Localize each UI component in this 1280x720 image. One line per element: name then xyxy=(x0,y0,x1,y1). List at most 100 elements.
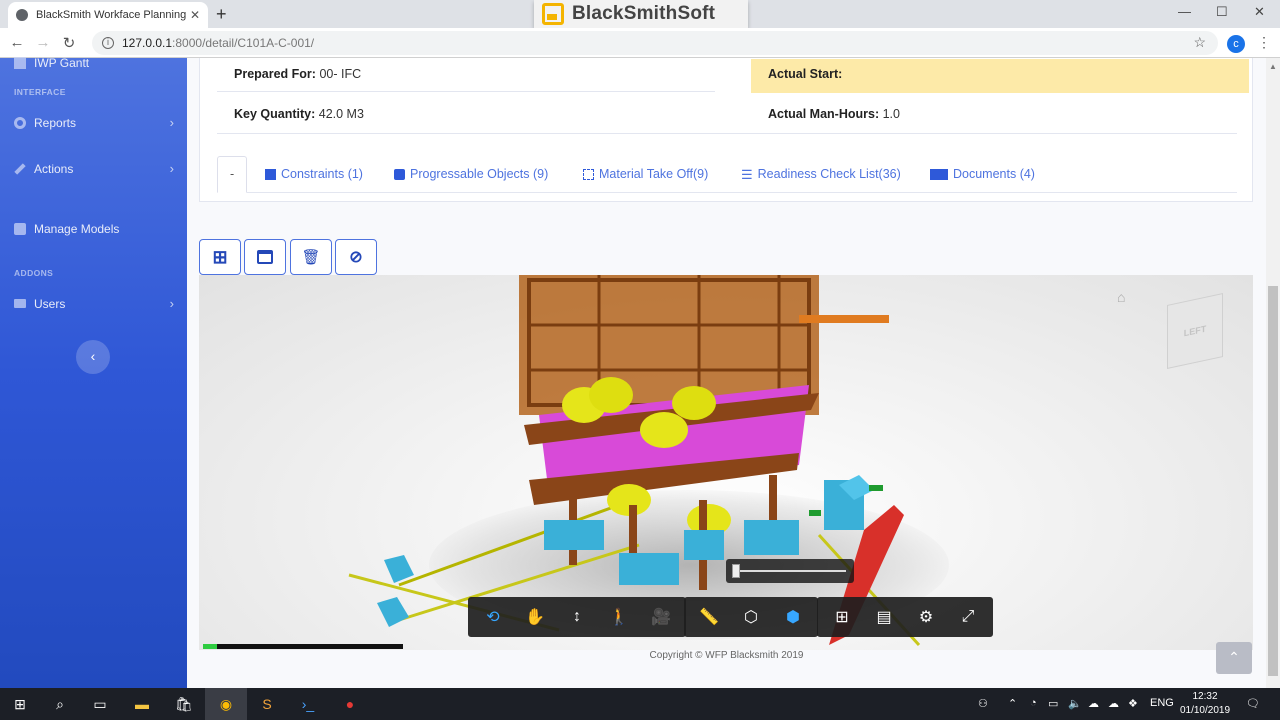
plant-3d-model[interactable] xyxy=(199,275,1253,650)
brand-logo-icon xyxy=(542,3,564,25)
folder-icon xyxy=(14,299,26,308)
search-icon[interactable]: ⌕ xyxy=(50,694,70,714)
fullscreen-icon[interactable]: ⤢ xyxy=(947,600,989,634)
back-arrow-icon[interactable]: ← xyxy=(4,34,30,51)
close-window-button[interactable]: ✕ xyxy=(1254,4,1265,20)
tab-close-icon[interactable]: ✕ xyxy=(190,8,200,22)
explode-slider[interactable] xyxy=(726,559,854,583)
sidebar-item-users[interactable]: Users › xyxy=(14,296,174,311)
record-icon[interactable]: ● xyxy=(340,694,360,714)
scroll-up-arrow-icon[interactable]: ▲ xyxy=(1266,62,1280,71)
home-icon[interactable]: ⌂ xyxy=(1117,289,1125,305)
pan-hand-icon[interactable]: ✋ xyxy=(514,600,556,634)
viewer-nav-toolbar: ⟲ ✋ ↕ 🚶 🎥 xyxy=(468,597,686,637)
zoom-vertical-icon[interactable]: ↕ xyxy=(556,600,598,634)
maximize-button[interactable]: ☐ xyxy=(1216,4,1228,20)
list-icon: ☰ xyxy=(741,167,753,182)
windows-start-icon[interactable]: ⊞ xyxy=(10,694,30,714)
battery-icon[interactable]: ▭ xyxy=(1048,697,1058,710)
actual-manhours-label: Actual Man-Hours: xyxy=(768,107,880,121)
scrollbar-thumb[interactable] xyxy=(1268,286,1278,676)
tab-documents[interactable]: Documents (4) xyxy=(930,156,1035,193)
slider-track xyxy=(734,570,846,572)
key-quantity-label: Key Quantity: xyxy=(234,107,316,121)
powershell-icon[interactable]: ›_ xyxy=(298,694,318,714)
info-icon[interactable]: i xyxy=(102,37,114,49)
browser-toolbar: ← → ↻ i 127.0.0.1 :8000/detail/C101A-C-0… xyxy=(0,28,1280,58)
network-icon[interactable]: ◔ xyxy=(1030,697,1037,709)
cloud-icon[interactable]: ☁ xyxy=(1088,697,1099,710)
tab-material-take-off[interactable]: Material Take Off(9) xyxy=(583,156,708,193)
tab-general[interactable]: - xyxy=(217,156,248,193)
volume-icon[interactable]: 🔈 xyxy=(1068,697,1082,710)
puzzle-icon xyxy=(394,169,405,180)
sidebar-item-reports[interactable]: Reports › xyxy=(14,115,174,130)
bookmark-star-icon[interactable]: ☆ xyxy=(1193,34,1206,51)
brand-banner: BlackSmithSoft xyxy=(534,0,748,28)
new-tab-button[interactable]: + xyxy=(216,4,227,25)
sidebar-item-iwp-gantt[interactable]: IWP Gantt xyxy=(14,56,174,70)
view-cube[interactable]: LEFT xyxy=(1167,293,1223,369)
sidebar-collapse-button[interactable]: ‹ xyxy=(76,340,110,374)
notifications-icon[interactable]: 🗨 xyxy=(1246,697,1260,710)
globe-icon xyxy=(16,9,28,21)
section-box-icon[interactable]: ⬡ xyxy=(730,600,772,634)
tab-readiness-check-list[interactable]: ☰ Readiness Check List(36) xyxy=(741,156,901,193)
cloud-upload-icon[interactable]: ☁ xyxy=(1108,697,1119,710)
tab-label: Material Take Off(9) xyxy=(599,167,709,181)
page-scrollbar[interactable]: ▲ xyxy=(1266,58,1280,688)
forward-arrow-icon[interactable]: → xyxy=(30,34,56,51)
sidebar-item-manage-models[interactable]: Manage Models xyxy=(14,222,174,236)
settings-gear-icon[interactable]: ⚙ xyxy=(905,600,947,634)
tab-progressable-objects[interactable]: Progressable Objects (9) xyxy=(394,156,548,193)
dotted-square-icon xyxy=(583,169,594,180)
measure-ruler-icon[interactable]: 📏 xyxy=(688,600,730,634)
input-language[interactable]: ENG xyxy=(1150,697,1174,709)
dropbox-icon[interactable]: ❖ xyxy=(1128,697,1138,710)
browser-tab[interactable]: BlackSmith Workface Planning ✕ xyxy=(8,2,208,28)
viewer-model-toolbar: 📏 ⬡ ⬢ xyxy=(684,597,818,637)
add-object-button[interactable]: ⊞ xyxy=(199,239,241,275)
system-clock[interactable]: 12:32 01/10/2019 xyxy=(1176,690,1234,718)
sidebar-item-label: Users xyxy=(34,296,66,311)
slider-thumb[interactable] xyxy=(732,564,740,578)
sidebar: IWP Gantt INTERFACE Reports › Actions › … xyxy=(0,56,187,688)
menu-kebab-icon[interactable]: ⋮ xyxy=(1257,34,1271,51)
sidebar-item-actions[interactable]: Actions › xyxy=(14,161,174,176)
hide-objects-button[interactable]: ⊘ xyxy=(335,239,377,275)
reload-icon[interactable]: ↻ xyxy=(56,34,82,52)
profile-avatar[interactable]: c xyxy=(1227,35,1245,53)
chrome-icon[interactable]: ◉ xyxy=(216,694,236,714)
sublime-icon[interactable]: S xyxy=(257,694,277,714)
equipment-block xyxy=(544,520,604,550)
orbit-icon[interactable]: ⟲ xyxy=(472,600,514,634)
store-icon[interactable]: 🛍 xyxy=(174,694,194,714)
model-tree-icon[interactable]: ⊞ xyxy=(821,600,863,634)
walk-person-icon[interactable]: 🚶 xyxy=(598,600,640,634)
minimize-button[interactable]: — xyxy=(1178,4,1191,19)
chevron-up-icon[interactable]: ⌃ xyxy=(1008,697,1017,710)
tab-label: Documents (4) xyxy=(953,167,1035,181)
tab-constraints[interactable]: Constraints (1) xyxy=(265,156,363,193)
delete-list-button[interactable]: 🗑 xyxy=(290,239,332,275)
explode-cube-icon[interactable]: ⬢ xyxy=(772,600,814,634)
documents-icon xyxy=(930,169,948,180)
model-viewer[interactable]: ⌂ LEFT ⟲ ✋ ↕ 🚶 🎥 📏 ⬡ ⬢ ⊞ ▤ ⚙ ⤢ xyxy=(199,275,1253,650)
trash-list-icon: 🗑 xyxy=(301,249,321,266)
address-bar[interactable]: i 127.0.0.1 :8000/detail/C101A-C-001/ ☆ xyxy=(92,31,1218,55)
chevron-right-icon: › xyxy=(169,161,174,176)
prepared-for-value: 00- IFC xyxy=(319,67,362,81)
camera-icon[interactable]: 🎥 xyxy=(640,600,682,634)
window-icon xyxy=(257,250,273,264)
file-explorer-icon[interactable]: ▬ xyxy=(132,694,152,714)
tab-label: Constraints (1) xyxy=(281,167,363,181)
properties-icon[interactable]: ▤ xyxy=(863,600,905,634)
gear-icon xyxy=(14,116,26,129)
scroll-to-top-button[interactable]: ⌃ xyxy=(1216,642,1252,674)
task-view-icon[interactable]: ▭ xyxy=(90,694,110,714)
window-view-button[interactable] xyxy=(244,239,286,275)
tab-label: - xyxy=(230,167,235,181)
load-progress-fill xyxy=(203,644,217,649)
actual-manhours-value: 1.0 xyxy=(882,107,900,121)
people-icon[interactable]: ⚇ xyxy=(978,697,988,710)
